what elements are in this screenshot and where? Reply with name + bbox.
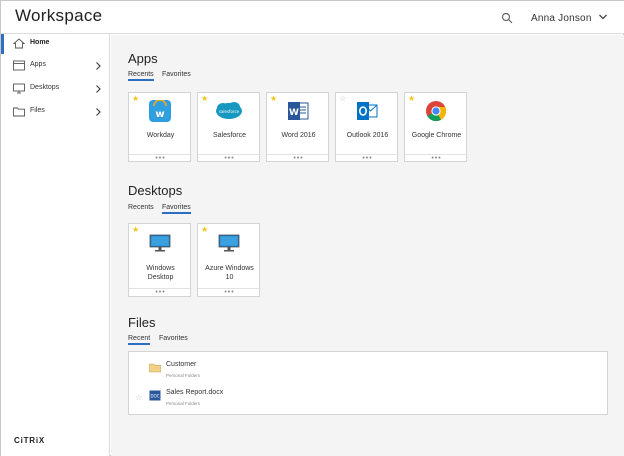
desktops-section-title: Desktops [128,183,183,198]
chevron-right-icon[interactable] [95,61,102,71]
sidebar-item-label: Files [30,107,45,114]
tab-apps-favorites[interactable]: Favorites [162,71,191,79]
monitor-icon [149,234,171,252]
svg-text:salesforce: salesforce [219,109,240,114]
files-section-title: Files [128,315,156,330]
favorite-star-icon[interactable]: ★ [201,94,208,104]
search-icon[interactable] [501,12,513,24]
sidebar-item-files[interactable]: Files [1,102,109,122]
main-content: Apps Recents Favorites ★ w Workday ••• ★… [111,35,624,456]
favorite-star-outline-icon[interactable]: ☆ [339,94,346,104]
more-options-icon[interactable]: ••• [405,154,468,163]
word-icon: W [288,102,309,120]
file-location: Personal Folders [166,401,201,406]
app-tile-label: Word 2016 [281,132,316,139]
favorite-star-icon[interactable]: ★ [270,94,277,104]
app-tile-label: Salesforce [212,132,247,139]
favorite-star-icon[interactable]: ★ [132,94,139,104]
top-header: Workspace Anna Jonson [1,1,624,34]
app-tile-salesforce[interactable]: ★ salesforce Salesforce ••• [197,92,261,163]
desktop-tile-label-line2: 10 [225,274,234,281]
desktop-tile-label-line1: Windows [146,265,175,272]
files-list: Customer Personal Folders ☆ DOC Sales Re… [128,351,608,415]
workday-icon: w [149,100,171,122]
sidebar-item-label: Home [30,39,50,46]
file-name: Customer [166,361,197,368]
folder-icon [13,107,25,117]
app-tile-chrome[interactable]: ★ Google Chrome ••• [404,92,468,163]
favorite-star-outline-icon[interactable]: ☆ [135,393,142,402]
monitor-icon [218,234,240,252]
app-tile-label: Workday [146,132,175,139]
apps-window-icon [13,60,25,71]
apps-section-title: Apps [128,51,158,66]
tab-files-recent[interactable]: Recent [128,335,151,345]
desktop-tile-windows-desktop[interactable]: ★ Windows Desktop ••• [128,223,192,297]
sidebar-item-label: Apps [30,61,46,68]
outlook-icon [357,102,378,120]
chrome-icon [426,101,447,122]
chevron-right-icon[interactable] [95,107,102,117]
more-options-icon[interactable]: ••• [129,154,192,163]
chevron-down-icon[interactable] [598,12,608,22]
favorite-star-icon[interactable]: ★ [408,94,415,104]
svg-text:w: w [155,109,164,120]
monitor-icon [13,83,25,94]
file-row-sales-report[interactable]: ☆ DOC Sales Report.docx Personal Folders [129,385,607,411]
app-tile-workday[interactable]: ★ w Workday ••• [128,92,192,163]
folder-icon [149,363,161,373]
svg-text:DOC: DOC [150,394,159,399]
favorite-star-icon[interactable]: ★ [201,225,208,235]
desktop-tile-label-line2: Desktop [147,274,174,281]
more-options-icon[interactable]: ••• [198,288,261,297]
citrix-logo: CiTRiX [14,436,46,445]
docx-icon: DOC [149,390,161,401]
sidebar-item-label: Desktops [30,84,60,91]
app-tile-outlook[interactable]: ☆ Outlook 2016 ••• [335,92,399,163]
more-options-icon[interactable]: ••• [336,154,399,163]
desktop-tile-label: Windows Desktop [129,264,192,282]
app-title: Workspace [15,6,103,25]
more-options-icon[interactable]: ••• [267,154,330,163]
sidebar-item-home[interactable]: Home [1,34,109,54]
desktop-tile-label-line1: Azure Windows [205,265,254,272]
tab-files-favorites[interactable]: Favorites [159,335,188,343]
desktop-tile-label: Azure Windows 10 [198,264,261,282]
sidebar: Home Apps Desktops Files CiTRiX [1,34,110,456]
file-row-customer[interactable]: Customer Personal Folders [129,357,607,383]
home-icon [13,38,25,49]
file-location: Personal Folders [166,373,201,378]
app-tile-label: Outlook 2016 [346,132,389,139]
file-name: Sales Report.docx [166,389,224,396]
salesforce-icon: salesforce [216,102,242,119]
app-window: Workspace Anna Jonson Home Apps Desktops… [0,0,624,456]
tab-desktops-recents[interactable]: Recents [128,204,154,212]
more-options-icon[interactable]: ••• [129,288,192,297]
tab-apps-recents[interactable]: Recents [128,71,154,81]
app-tile-label: Google Chrome [411,132,462,139]
desktop-tile-azure-windows-10[interactable]: ★ Azure Windows 10 ••• [197,223,261,297]
more-options-icon[interactable]: ••• [198,154,261,163]
svg-text:W: W [289,108,299,118]
chevron-right-icon[interactable] [95,84,102,94]
sidebar-item-apps[interactable]: Apps [1,56,109,76]
tab-desktops-favorites[interactable]: Favorites [162,204,191,214]
app-tile-word[interactable]: ★ W Word 2016 ••• [266,92,330,163]
user-name[interactable]: Anna Jonson [531,13,592,24]
sidebar-item-desktops[interactable]: Desktops [1,79,109,99]
favorite-star-icon[interactable]: ★ [132,225,139,235]
